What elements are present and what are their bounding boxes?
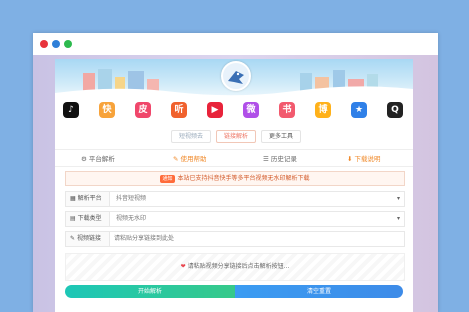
type-label: ▤ 下载类型 [66, 212, 110, 226]
url-label: ✎ 视频链接 [66, 232, 110, 246]
tab-tools[interactable]: 更多工具 [261, 130, 301, 143]
pipixia-icon[interactable]: 皮 [135, 102, 151, 118]
nav-label: 历史记录 [270, 155, 297, 163]
title-bar [33, 33, 438, 55]
chevron-down-icon: ▾ [396, 195, 400, 202]
tiktok-icon[interactable]: ♪ [63, 102, 79, 118]
huoshan-icon[interactable]: 听 [171, 102, 187, 118]
nav-item-history[interactable]: ☰ 历史记录 [263, 153, 297, 163]
close-dot[interactable] [40, 40, 48, 48]
bird-avatar-icon[interactable] [221, 61, 251, 91]
nav-item-platforms[interactable]: ⚙ 平台解析 [81, 153, 115, 163]
action-buttons: 开始解析 清空重置 [65, 285, 403, 298]
platform-icons: ♪ 快 皮 听 ▶ 微 书 博 ★ Q [61, 102, 407, 122]
platform-label: ▦ 解析平台 [66, 192, 110, 206]
notice-text: 本站已支持抖音快手等多平台视频无水印解析下载 [177, 175, 310, 182]
xiaohongshu-icon[interactable]: 书 [279, 102, 295, 118]
nav-item-help[interactable]: ✎ 使用帮助 [173, 153, 207, 163]
weibo-icon[interactable]: 博 [315, 102, 331, 118]
qq-icon[interactable]: Q [387, 102, 403, 118]
url-input[interactable] [114, 234, 394, 243]
notice-bar: 通知 本站已支持抖音快手等多平台视频无水印解析下载 [65, 171, 405, 186]
main-card: ♪ 快 皮 听 ▶ 微 书 博 ★ Q 短视频去 链接解析 更多工具 ⚙ 平台解析 ✎ 使用帮助 … [55, 59, 413, 312]
info-text: 请粘贴视频分享链接后点击解析按钮... [187, 263, 290, 270]
tab-parse[interactable]: 链接解析 [216, 130, 256, 143]
tab-video[interactable]: 短视频去 [171, 130, 211, 143]
top-tabs: 短视频去 链接解析 更多工具 [171, 130, 301, 143]
star-icon[interactable]: ★ [351, 102, 367, 118]
youtube-icon[interactable]: ▶ [207, 102, 223, 118]
page-content: ♪ 快 皮 听 ▶ 微 书 博 ★ Q 短视频去 链接解析 更多工具 ⚙ 平台解析 ✎ 使用帮助 … [33, 55, 438, 312]
platform-value: 抖音短视频 [116, 195, 147, 202]
notice-tag: 通知 [160, 174, 175, 183]
weishi-icon[interactable]: 微 [243, 102, 259, 118]
nav-label: 下载说明 [354, 155, 381, 163]
info-panel: ❤ 请粘贴视频分享链接后点击解析按钮... [65, 253, 405, 281]
maximize-dot[interactable] [64, 40, 72, 48]
type-select[interactable]: ▤ 下载类型 视频无水印 ▾ [65, 211, 405, 227]
minimize-dot[interactable] [52, 40, 60, 48]
kuaishou-icon[interactable]: 快 [99, 102, 115, 118]
heart-icon: ❤ [180, 263, 186, 270]
url-field[interactable]: ✎ 视频链接 [65, 231, 405, 247]
platform-select[interactable]: ▦ 解析平台 抖音短视频 ▾ [65, 191, 405, 207]
type-value: 视频无水印 [116, 215, 147, 222]
nav-item-download[interactable]: ⬇ 下载说明 [347, 153, 381, 163]
browser-window: ♪ 快 皮 听 ▶ 微 书 博 ★ Q 短视频去 链接解析 更多工具 ⚙ 平台解析 ✎ 使用帮助 … [33, 33, 438, 312]
nav-label: 使用帮助 [180, 155, 207, 163]
nav-row: ⚙ 平台解析 ✎ 使用帮助 ☰ 历史记录 ⬇ 下载说明 [55, 149, 413, 167]
winter-banner [55, 59, 413, 99]
chevron-down-icon: ▾ [396, 215, 400, 222]
parse-button[interactable]: 开始解析 [65, 285, 235, 298]
clear-button[interactable]: 清空重置 [235, 285, 403, 298]
nav-label: 平台解析 [88, 155, 115, 163]
